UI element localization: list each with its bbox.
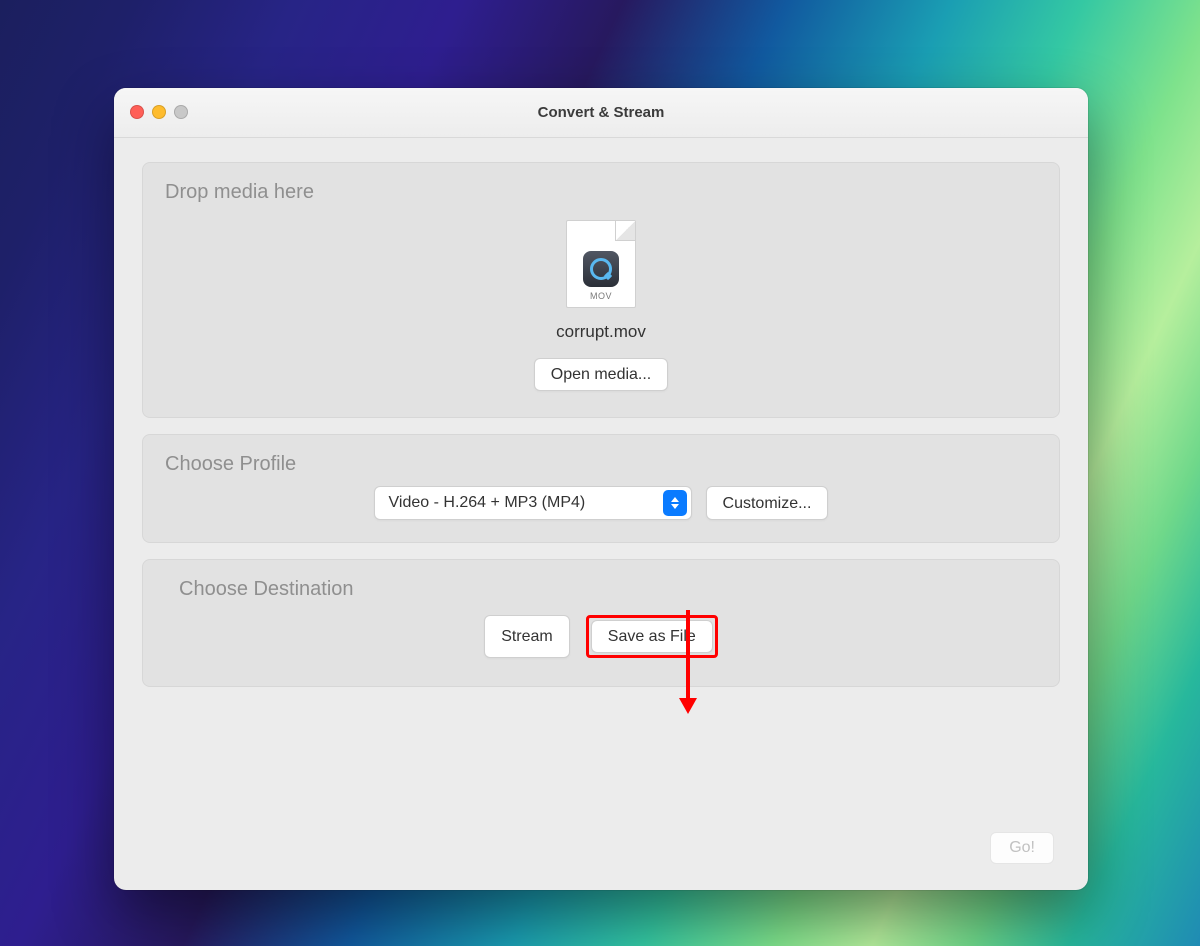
choose-destination-heading: Choose Destination [165,578,1037,601]
titlebar: Convert & Stream [114,88,1088,138]
drop-media-heading: Drop media here [165,181,314,204]
footer: Go! [142,832,1060,868]
close-icon[interactable] [130,105,144,119]
file-extension-label: MOV [567,291,635,301]
file-name-label: corrupt.mov [556,322,646,342]
stream-button[interactable]: Stream [484,615,570,658]
window-controls [130,105,188,119]
chevron-up-down-icon [663,490,687,516]
drop-media-panel[interactable]: Drop media here MOV corrupt.mov Open med… [142,162,1060,418]
page-fold-icon [615,221,635,241]
annotation-highlight: Save as File [586,615,718,658]
customize-button[interactable]: Customize... [706,486,829,520]
profile-select[interactable]: Video - H.264 + MP3 (MP4) [374,486,692,520]
quicktime-icon [583,251,619,287]
save-as-file-button[interactable]: Save as File [591,620,713,653]
choose-destination-panel: Choose Destination Stream Save as File [142,559,1060,687]
open-media-button[interactable]: Open media... [534,358,669,391]
go-button: Go! [990,832,1054,864]
zoom-icon [174,105,188,119]
window-title: Convert & Stream [538,104,665,121]
choose-profile-heading: Choose Profile [165,453,1037,476]
convert-stream-window: Convert & Stream Drop media here MOV cor… [114,88,1088,890]
content: Drop media here MOV corrupt.mov Open med… [114,138,1088,890]
file-icon: MOV [566,220,636,308]
minimize-icon[interactable] [152,105,166,119]
choose-profile-panel: Choose Profile Video - H.264 + MP3 (MP4)… [142,434,1060,543]
profile-select-value: Video - H.264 + MP3 (MP4) [389,494,586,512]
